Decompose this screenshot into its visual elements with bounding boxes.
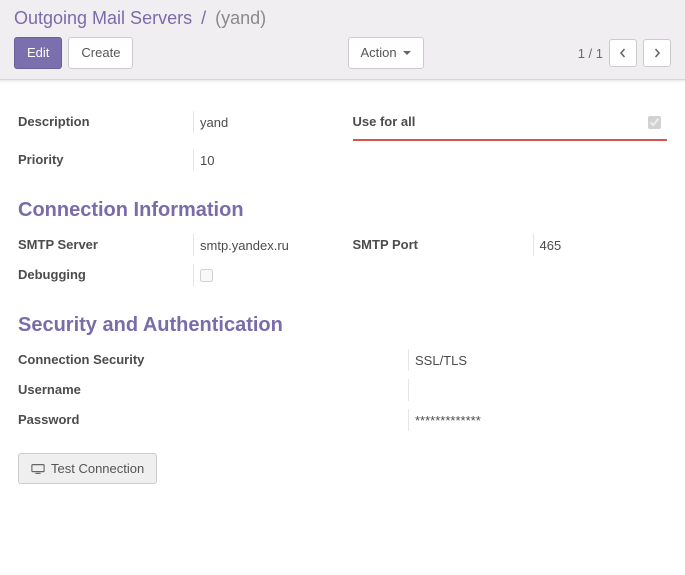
smtp-port-value: 465 <box>533 234 668 256</box>
username-label: Username <box>18 379 388 400</box>
breadcrumb-parent[interactable]: Outgoing Mail Servers <box>14 8 192 28</box>
section-security-title: Security and Authentication <box>18 314 667 337</box>
username-value <box>408 379 667 401</box>
smtp-server-label: SMTP Server <box>18 234 193 256</box>
breadcrumb: Outgoing Mail Servers / (yand) <box>14 8 671 29</box>
debugging-label: Debugging <box>18 264 193 286</box>
useforall-label: Use for all <box>353 111 533 133</box>
description-label: Description <box>18 111 193 133</box>
pager-prev-button[interactable] <box>609 39 637 67</box>
chevron-right-icon <box>652 48 662 58</box>
test-connection-button[interactable]: Test Connection <box>18 453 157 484</box>
breadcrumb-sep: / <box>201 8 206 28</box>
monitor-icon <box>31 463 45 475</box>
description-value: yand <box>193 111 333 133</box>
create-button[interactable]: Create <box>68 37 133 69</box>
chevron-left-icon <box>618 48 628 58</box>
smtp-port-label: SMTP Port <box>353 234 533 256</box>
debugging-checkbox[interactable] <box>200 269 213 282</box>
useforall-checkbox[interactable] <box>648 116 661 129</box>
test-connection-label: Test Connection <box>51 461 144 476</box>
priority-value: 10 <box>193 149 333 171</box>
caret-down-icon <box>403 51 411 55</box>
pager-next-button[interactable] <box>643 39 671 67</box>
smtp-server-value: smtp.yandex.ru <box>193 234 333 256</box>
connection-security-label: Connection Security <box>18 349 388 370</box>
action-label: Action <box>361 44 397 62</box>
connection-security-value: SSL/TLS <box>408 349 667 371</box>
section-connection-title: Connection Information <box>18 199 667 222</box>
edit-button[interactable]: Edit <box>14 37 62 69</box>
pager-text: 1 / 1 <box>578 46 603 61</box>
priority-label: Priority <box>18 149 193 171</box>
action-dropdown[interactable]: Action <box>348 37 424 69</box>
password-value: ************* <box>408 409 667 431</box>
password-label: Password <box>18 409 388 430</box>
breadcrumb-current: (yand) <box>215 8 266 28</box>
